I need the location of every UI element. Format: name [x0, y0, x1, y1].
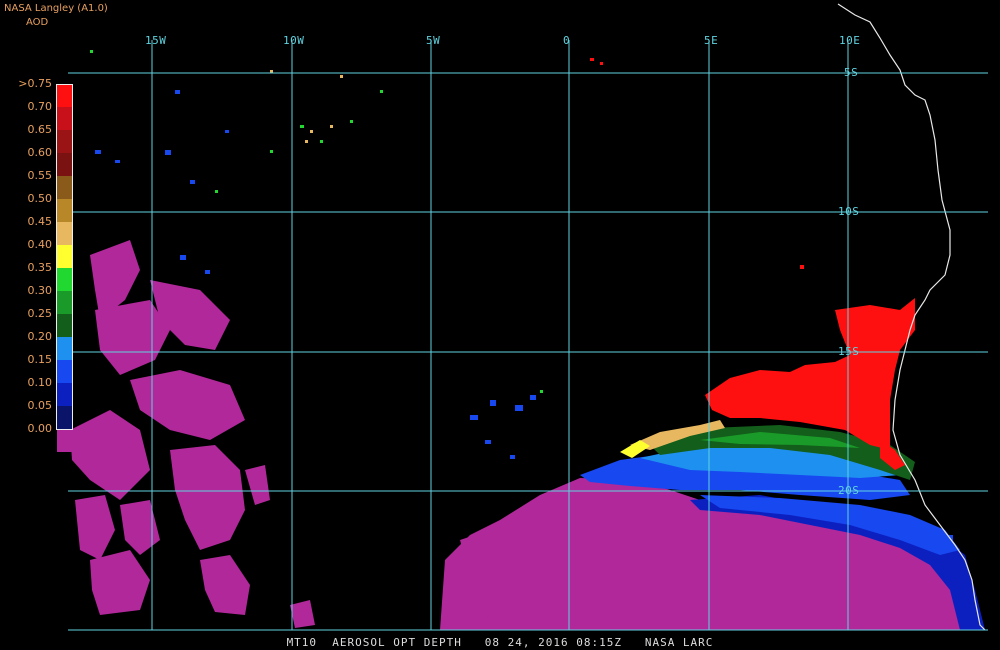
- lon-label-5e: 5E: [704, 34, 719, 47]
- legend-label: 0.60: [27, 146, 53, 159]
- legend-label: 0.10: [27, 376, 53, 389]
- legend-swatch: [57, 429, 72, 452]
- legend-swatch: [57, 337, 72, 360]
- legend-swatch: [57, 176, 72, 199]
- legend-swatch: [57, 107, 72, 130]
- legend-swatch: [57, 314, 72, 337]
- legend-swatch: [57, 84, 72, 107]
- lon-label-0: 0: [563, 34, 571, 47]
- aod-map: [68, 3, 988, 631]
- legend-label: 0.00: [27, 422, 53, 435]
- legend-swatch: [57, 153, 72, 176]
- legend-label: 0.35: [27, 261, 53, 274]
- lon-label-15w: 15W: [145, 34, 167, 47]
- legend-label: 0.05: [27, 399, 53, 412]
- legend-label: 0.65: [27, 123, 53, 136]
- legend-swatch: [57, 222, 72, 245]
- legend-label: 0.40: [27, 238, 53, 251]
- source-label: NASA Langley (A1.0): [4, 3, 108, 14]
- legend-swatch: [57, 130, 72, 153]
- lon-label-10w: 10W: [283, 34, 305, 47]
- legend-swatch: [57, 245, 72, 268]
- legend-label: 0.25: [27, 307, 53, 320]
- lat-label-20s: 20S: [838, 484, 860, 497]
- legend-label: >0.75: [18, 77, 52, 90]
- legend-label: 0.20: [27, 330, 53, 343]
- aod-specks-red: [590, 58, 804, 269]
- legend-swatch: [57, 360, 72, 383]
- lat-label-10s: 10S: [838, 205, 860, 218]
- legend-label: 0.15: [27, 353, 53, 366]
- legend-swatch: [57, 268, 72, 291]
- legend-swatch: [57, 406, 72, 429]
- lat-label-5s: 5S: [844, 66, 859, 79]
- legend-label: 0.55: [27, 169, 53, 182]
- footer-caption: MT10 AEROSOL OPT DEPTH 08 24, 2016 08:15…: [286, 636, 714, 649]
- legend-label: 0.45: [27, 215, 53, 228]
- legend-label: 0.30: [27, 284, 53, 297]
- legend-swatch: [57, 291, 72, 314]
- aod-specks-orange: [270, 70, 343, 143]
- lon-label-5w: 5W: [426, 34, 441, 47]
- legend-label: 0.70: [27, 100, 53, 113]
- lon-label-10e: 10E: [839, 34, 861, 47]
- product-label: AOD: [26, 17, 49, 28]
- legend-label: 0.50: [27, 192, 53, 205]
- legend-swatch: [57, 199, 72, 222]
- lat-label-15s: 15S: [838, 345, 860, 358]
- legend-swatch: [57, 383, 72, 406]
